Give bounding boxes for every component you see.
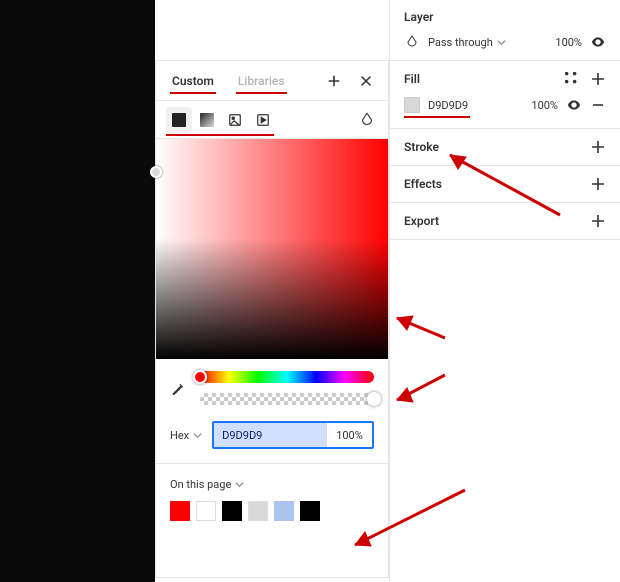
style-grid-icon[interactable] — [564, 71, 580, 87]
visibility-icon[interactable] — [590, 34, 606, 50]
add-export-icon[interactable] — [590, 213, 606, 229]
add-style-button[interactable] — [320, 67, 348, 95]
alpha-thumb[interactable] — [367, 392, 381, 406]
page-swatch[interactable] — [222, 501, 242, 521]
hue-thumb[interactable] — [193, 370, 207, 384]
page-swatch[interactable] — [170, 501, 190, 521]
plus-icon — [327, 74, 341, 88]
sv-thumb[interactable] — [150, 166, 162, 178]
add-fill-icon[interactable] — [590, 71, 606, 87]
tab-custom[interactable]: Custom — [170, 70, 216, 94]
add-stroke-icon[interactable] — [590, 139, 606, 155]
layer-title: Layer — [404, 10, 434, 24]
layer-opacity[interactable]: 100% — [514, 36, 582, 49]
fill-swatch[interactable] — [404, 97, 420, 113]
layer-section: Layer Pass through 100% — [390, 0, 620, 61]
fill-visibility-icon[interactable] — [566, 97, 582, 113]
hex-label: Hex — [170, 429, 189, 442]
blend-droplet-icon[interactable] — [358, 111, 376, 129]
annotation-underline — [404, 116, 470, 118]
stroke-section: Stroke — [390, 129, 620, 166]
page-swatch[interactable] — [300, 501, 320, 521]
video-icon — [256, 113, 270, 127]
chevron-down-icon — [497, 38, 506, 47]
export-section: Export — [390, 203, 620, 240]
hex-input[interactable]: D9D9D9 — [214, 423, 326, 447]
color-model-dropdown[interactable]: Hex — [170, 429, 202, 442]
annotation-underline — [166, 134, 274, 136]
blend-icon — [404, 34, 420, 50]
alpha-slider[interactable] — [200, 393, 374, 405]
saturation-value-field[interactable] — [156, 139, 388, 359]
export-title: Export — [404, 214, 439, 228]
mode-solid[interactable] — [166, 107, 192, 133]
close-icon — [359, 74, 373, 88]
canvas-area[interactable] — [0, 0, 155, 582]
opacity-input[interactable]: 100% — [326, 423, 372, 447]
stroke-title: Stroke — [404, 140, 439, 154]
fill-opacity[interactable]: 100% — [476, 99, 558, 112]
page-swatch[interactable] — [274, 501, 294, 521]
page-swatch[interactable] — [196, 501, 216, 521]
page-colors-label: On this page — [170, 478, 231, 491]
mode-video[interactable] — [250, 107, 276, 133]
mode-gradient[interactable] — [194, 107, 220, 133]
chevron-down-icon — [193, 431, 202, 440]
fill-title: Fill — [404, 72, 420, 86]
paint-mode-row — [156, 101, 388, 139]
fill-section: Fill D9D9D9 100% — [390, 61, 620, 129]
add-effect-icon[interactable] — [590, 176, 606, 192]
tab-libraries[interactable]: Libraries — [236, 70, 287, 94]
effects-title: Effects — [404, 177, 442, 191]
properties-panel: Layer Pass through 100% Fill D9D9D9 100% — [389, 0, 620, 582]
eyedropper-icon[interactable] — [170, 379, 188, 397]
page-colors-dropdown[interactable]: On this page — [170, 478, 374, 491]
blend-mode-label: Pass through — [428, 36, 493, 49]
close-button[interactable] — [352, 67, 380, 95]
chevron-down-icon — [235, 480, 244, 489]
mode-image[interactable] — [222, 107, 248, 133]
hue-slider[interactable] — [200, 371, 374, 383]
blend-mode-dropdown[interactable]: Pass through — [428, 36, 506, 49]
remove-fill-icon[interactable] — [590, 97, 606, 113]
color-picker-popover: Custom Libraries — [155, 60, 389, 578]
effects-section: Effects — [390, 166, 620, 203]
page-swatch-row — [170, 501, 374, 521]
fill-hex[interactable]: D9D9D9 — [428, 99, 468, 112]
hex-input-group: D9D9D9 100% — [212, 421, 374, 449]
image-icon — [228, 113, 242, 127]
page-swatch[interactable] — [248, 501, 268, 521]
